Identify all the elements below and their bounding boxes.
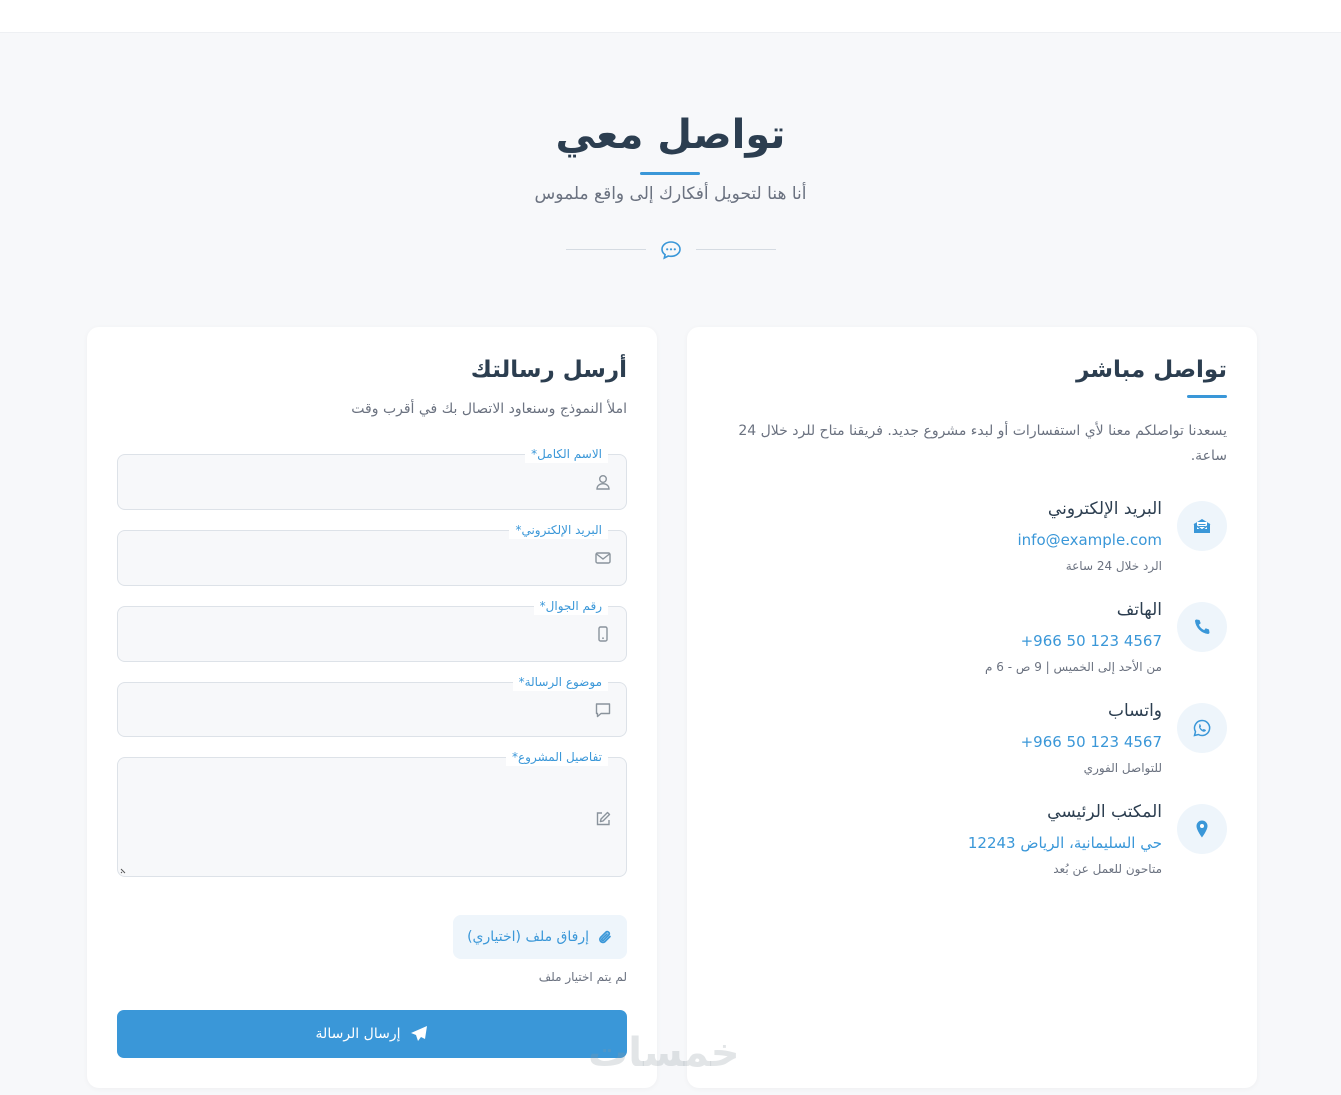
contact-email-title: البريد الإلكتروني [1047, 499, 1162, 519]
phone-icon [1177, 602, 1227, 652]
info-title: تواصل مباشر [1076, 357, 1227, 383]
contact-office-note: متاحون للعمل عن بُعد [1053, 862, 1162, 876]
contact-office-title: المكتب الرئيسي [1047, 802, 1162, 822]
contact-email-value[interactable]: info@example.com [1018, 531, 1163, 549]
direct-contact-card: تواصل مباشر يسعدنا تواصلكم معنا لأي استف… [687, 327, 1257, 1088]
contact-whatsapp-note: للتواصل الفوري [1083, 761, 1162, 775]
chat-bubble-icon [660, 240, 682, 260]
contact-email: البريد الإلكتروني info@example.com الرد … [727, 499, 1227, 589]
subject-field[interactable]: موضوع الرسالة* [117, 673, 627, 737]
email-label: البريد الإلكتروني* [509, 521, 608, 539]
project-details-textarea[interactable] [118, 758, 626, 876]
phone-input[interactable] [118, 607, 626, 661]
attach-file-button[interactable]: إرفاق ملف (اختياري) [453, 915, 627, 959]
info-title-underline [1187, 395, 1227, 398]
contact-form-card: أرسل رسالتك املأ النموذج وسنعاود الاتصال… [87, 327, 657, 1088]
form-title: أرسل رسالتك [470, 357, 627, 383]
user-icon [596, 475, 610, 490]
divider-line-right [696, 249, 776, 250]
full-name-label: الاسم الكامل* [525, 445, 608, 463]
contact-phone-note: من الأحد إلى الخميس | 9 ص - 6 م [985, 660, 1162, 674]
full-name-field[interactable]: الاسم الكامل* [117, 445, 627, 510]
whatsapp-icon [1177, 703, 1227, 753]
email-input[interactable] [118, 531, 626, 585]
contact-phone: الهاتف +966 50 123 4567 من الأحد إلى الخ… [727, 600, 1227, 690]
contact-phone-value[interactable]: +966 50 123 4567 [1021, 632, 1162, 650]
paperclip-icon [599, 930, 611, 944]
mobile-icon [598, 626, 608, 642]
paper-plane-icon [411, 1026, 428, 1041]
full-name-input[interactable] [118, 455, 626, 509]
send-message-button[interactable]: إرسال الرسالة [117, 1010, 627, 1058]
info-description: يسعدنا تواصلكم معنا لأي استفسارات أو لبد… [738, 423, 1227, 464]
watermark-logo: خمسات [588, 1030, 740, 1076]
contact-email-note: الرد خلال 24 ساعة [1065, 559, 1162, 573]
location-icon [1177, 804, 1227, 854]
contact-phone-title: الهاتف [1116, 600, 1162, 620]
project-details-label: تفاصيل المشروع* [506, 748, 608, 766]
phone-label: رقم الجوال* [533, 597, 608, 615]
page-title: تواصل معي [555, 112, 786, 158]
email-field[interactable]: البريد الإلكتروني* [117, 521, 627, 586]
phone-field[interactable]: رقم الجوال* [117, 597, 627, 662]
contact-whatsapp: واتساب +966 50 123 4567 للتواصل الفوري [727, 701, 1227, 791]
contact-office: المكتب الرئيسي حي السليمانية، الرياض 122… [727, 802, 1227, 892]
page-subtitle: أنا هنا لتحويل أفكارك إلى واقع ملموس [534, 184, 807, 204]
send-message-label: إرسال الرسالة [315, 1026, 401, 1042]
project-details-field[interactable]: تفاصيل المشروع* [117, 748, 627, 877]
resize-grip-icon[interactable] [120, 866, 128, 874]
envelope-icon [595, 552, 611, 564]
no-file-text: لم يتم اختيار ملف [538, 970, 627, 984]
form-subtitle: املأ النموذج وسنعاود الاتصال بك في أقرب … [351, 401, 627, 417]
top-bar [0, 0, 1341, 33]
envelope-open-icon [1177, 501, 1227, 551]
contact-office-value: حي السليمانية، الرياض 12243 [967, 834, 1162, 852]
contact-whatsapp-title: واتساب [1107, 701, 1162, 721]
edit-icon [596, 811, 611, 826]
subject-label: موضوع الرسالة* [512, 673, 608, 691]
divider-line-left [566, 249, 646, 250]
contact-whatsapp-value[interactable]: +966 50 123 4567 [1021, 733, 1162, 751]
title-underline [640, 172, 700, 175]
message-icon [595, 702, 611, 717]
attach-file-label: إرفاق ملف (اختياري) [467, 929, 589, 945]
